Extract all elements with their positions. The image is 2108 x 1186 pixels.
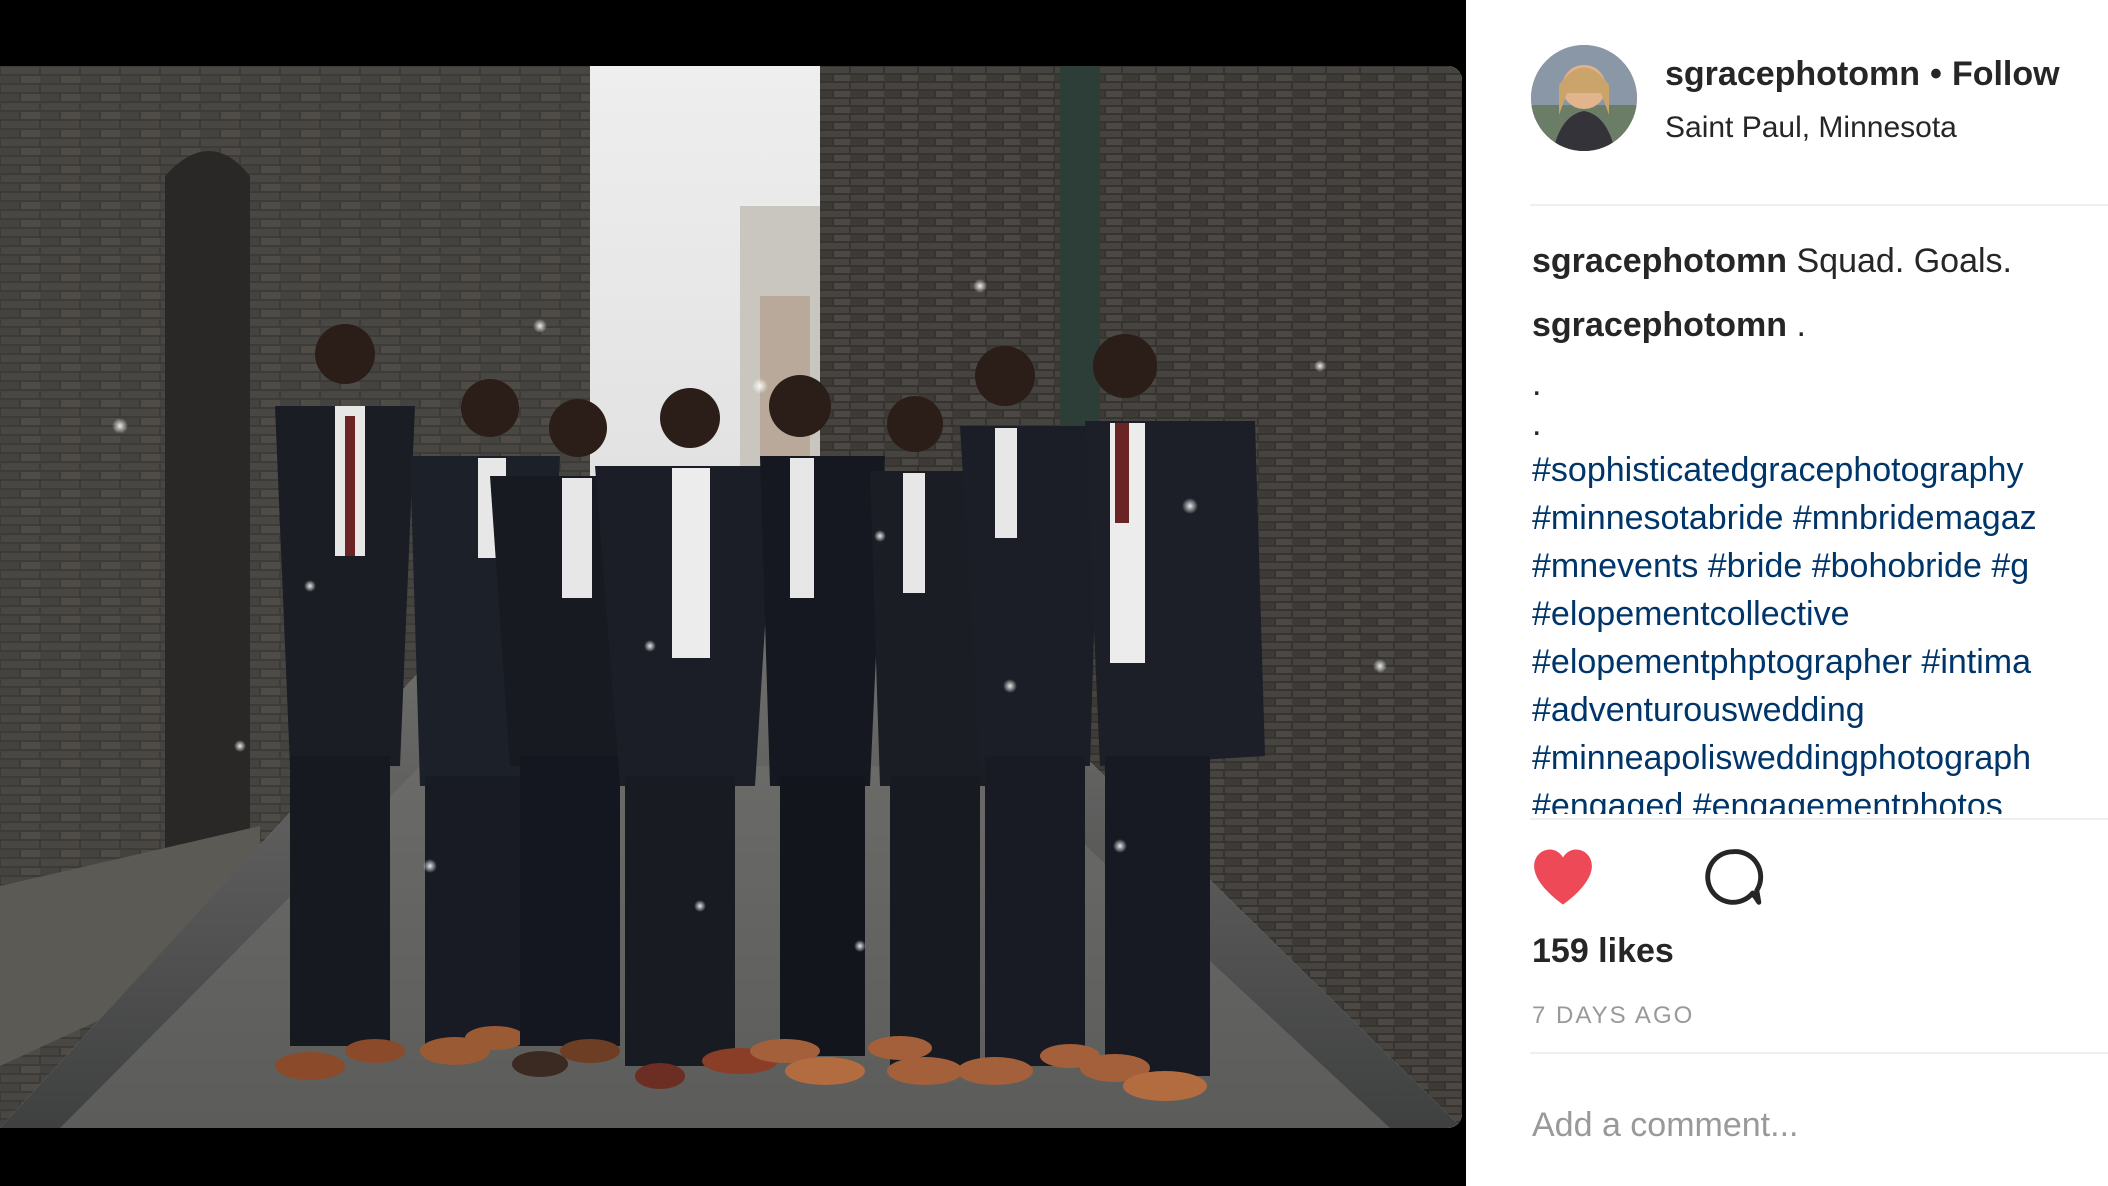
separator-dot: • [1930,55,1942,93]
caption-text: Squad. Goals. [1796,242,2012,280]
avatar-photo [1531,45,1637,151]
post-timestamp[interactable]: 7 DAYS AGO [1532,1002,1694,1030]
comments-divider [1530,818,2108,820]
comment-dot-line: . [1532,405,1542,443]
comment-box-divider [1530,1052,2108,1054]
comment-line: sgracephotomn . [1532,300,2108,364]
hashtag-link[interactable]: #elopementcollective [1532,590,2108,638]
follow-button[interactable]: Follow [1952,55,2060,93]
hashtag-link[interactable]: #adventurouswedding [1532,686,2108,734]
heart-icon[interactable] [1530,846,1596,908]
caption-line: sgracephotomn Squad. Goals. [1532,236,2108,300]
hashtag-link[interactable]: #engaged #engagementphotos [1532,782,2108,814]
photo-panel [0,0,1466,1186]
instagram-post-view: sgracephotomn • Follow Saint Paul, Minneso… [0,0,2108,1186]
hashtag-link[interactable]: #minneapolisweddingphotograph [1532,734,2108,782]
comment-dot-line: . [1532,365,1542,403]
header-divider [1530,204,2108,206]
post-photo[interactable] [0,66,1462,1128]
header-username-row: sgracephotomn • Follow [1665,55,2060,94]
groomsmen-alley-photo [0,66,1462,1128]
avatar[interactable] [1531,45,1637,151]
caption-username[interactable]: sgracephotomn [1532,242,1787,280]
comment-bubble-icon[interactable] [1702,846,1764,908]
post-header: sgracephotomn • Follow Saint Paul, Minneso… [1531,45,2108,155]
likes-count[interactable]: 159 likes [1532,932,1674,971]
comment-username[interactable]: sgracephotomn [1532,306,1787,344]
hashtag-link[interactable]: #elopementphptographer #intima [1532,638,2108,686]
hashtag-link[interactable]: #minnesotabride #mnbridemagaz [1532,494,2108,542]
caption-area: sgracephotomn Squad. Goals. sgracephotom… [1532,236,2108,444]
post-author-username[interactable]: sgracephotomn [1665,55,1920,93]
post-sidebar: sgracephotomn • Follow Saint Paul, Minneso… [1466,0,2108,1186]
comment-text: . [1796,306,1806,344]
post-location[interactable]: Saint Paul, Minnesota [1665,111,1957,145]
hashtag-link[interactable]: #sophisticatedgracephotography [1532,446,2108,494]
action-bar [1530,846,1830,910]
add-comment-input[interactable] [1532,1100,2092,1150]
hashtag-list: #sophisticatedgracephotography #minnesot… [1532,446,2108,814]
hashtag-link[interactable]: #mnevents #bride #bohobride #g [1532,542,2108,590]
